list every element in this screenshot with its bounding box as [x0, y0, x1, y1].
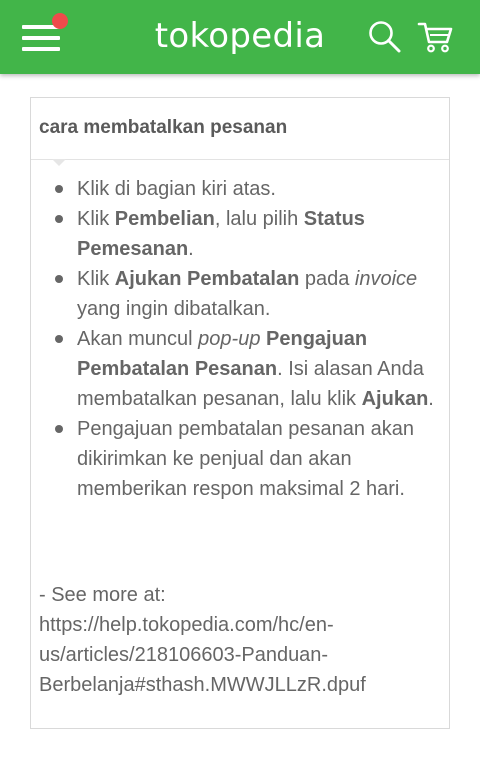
- search-icon: [369, 21, 401, 53]
- step-item: Klik Ajukan Pembatalan pada invoice yang…: [55, 264, 443, 324]
- step-text: yang ingin dibatalkan.: [77, 298, 271, 320]
- step-text: .: [188, 238, 194, 260]
- step-item: Pengajuan pembatalan pesanan akan dikiri…: [55, 414, 443, 504]
- see-more-section: - See more at: https://help.tokopedia.co…: [39, 580, 439, 700]
- steps-list: Klik di bagian kiri atas. Klik Pembelian,…: [55, 174, 443, 504]
- top-navigation-bar: tokopedia: [0, 0, 480, 74]
- cart-button[interactable]: [416, 18, 454, 56]
- see-more-link-line: https://help.tokopedia.com/hc/en-: [39, 614, 334, 636]
- see-more-link[interactable]: https://help.tokopedia.com/hc/en- us/art…: [39, 610, 439, 700]
- see-more-link-line: Berbelanja#sthash.MWWJLLzR.dpuf: [39, 674, 366, 696]
- step-item: Akan muncul pop-up Pengajuan Pembatalan …: [55, 324, 443, 414]
- step-emphasis: Pembelian: [114, 208, 215, 230]
- see-more-link-line: us/articles/218106603-Panduan-: [39, 644, 329, 666]
- step-text: Akan muncul: [77, 328, 199, 350]
- step-text: Klik: [77, 268, 115, 290]
- step-emphasis: Ajukan: [361, 388, 429, 410]
- see-more-label: - See more at:: [39, 584, 166, 606]
- title-caret: [52, 159, 66, 166]
- step-text: Klik: [77, 208, 115, 230]
- notification-dot-icon: [52, 13, 68, 29]
- search-button[interactable]: [366, 18, 404, 56]
- step-item: Klik Pembelian, lalu pilih Status Pemesa…: [55, 204, 443, 264]
- step-italic: pop-up: [198, 328, 261, 350]
- step-text: Pengajuan pembatalan pesanan akan dikiri…: [77, 418, 414, 500]
- step-italic: invoice: [354, 268, 418, 290]
- help-article-card: cara membatalkan pesanan Klik di bagian …: [30, 97, 450, 729]
- article-title: cara membatalkan pesanan: [31, 98, 449, 160]
- step-text: .: [428, 388, 434, 410]
- cart-icon: [417, 22, 453, 53]
- step-text: Klik di bagian kiri atas.: [77, 178, 276, 200]
- step-item: Klik di bagian kiri atas.: [55, 174, 443, 204]
- step-text: , lalu pilih: [214, 208, 304, 230]
- step-emphasis: Ajukan Pembatalan: [114, 268, 300, 290]
- step-text: pada: [299, 268, 355, 290]
- tokopedia-logo[interactable]: tokopedia: [150, 14, 330, 58]
